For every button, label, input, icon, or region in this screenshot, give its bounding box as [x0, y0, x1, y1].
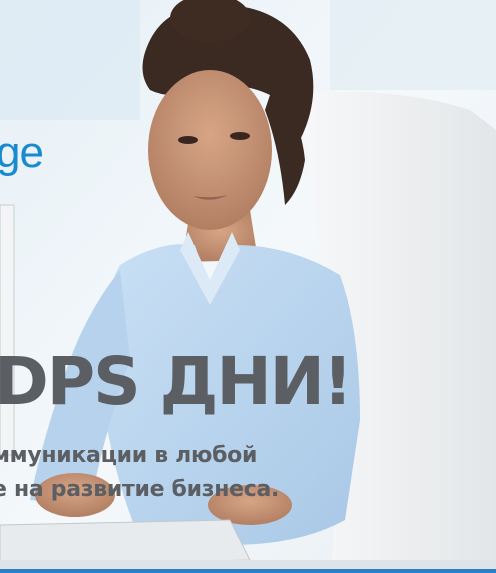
keyboard-shape — [0, 519, 251, 567]
brand-text-fragment: ge — [0, 128, 44, 177]
promo-banner: ge DPS ДНИ! ммуникации в любой е на разв… — [0, 0, 496, 573]
subtitle-line-1: ммуникации в любой — [0, 443, 258, 468]
subtitle-line-2: е на развитие бизнеса. — [0, 477, 280, 502]
face-shape — [148, 70, 272, 230]
headline-title: DPS ДНИ! — [0, 343, 353, 420]
bottom-accent-line — [0, 569, 496, 573]
